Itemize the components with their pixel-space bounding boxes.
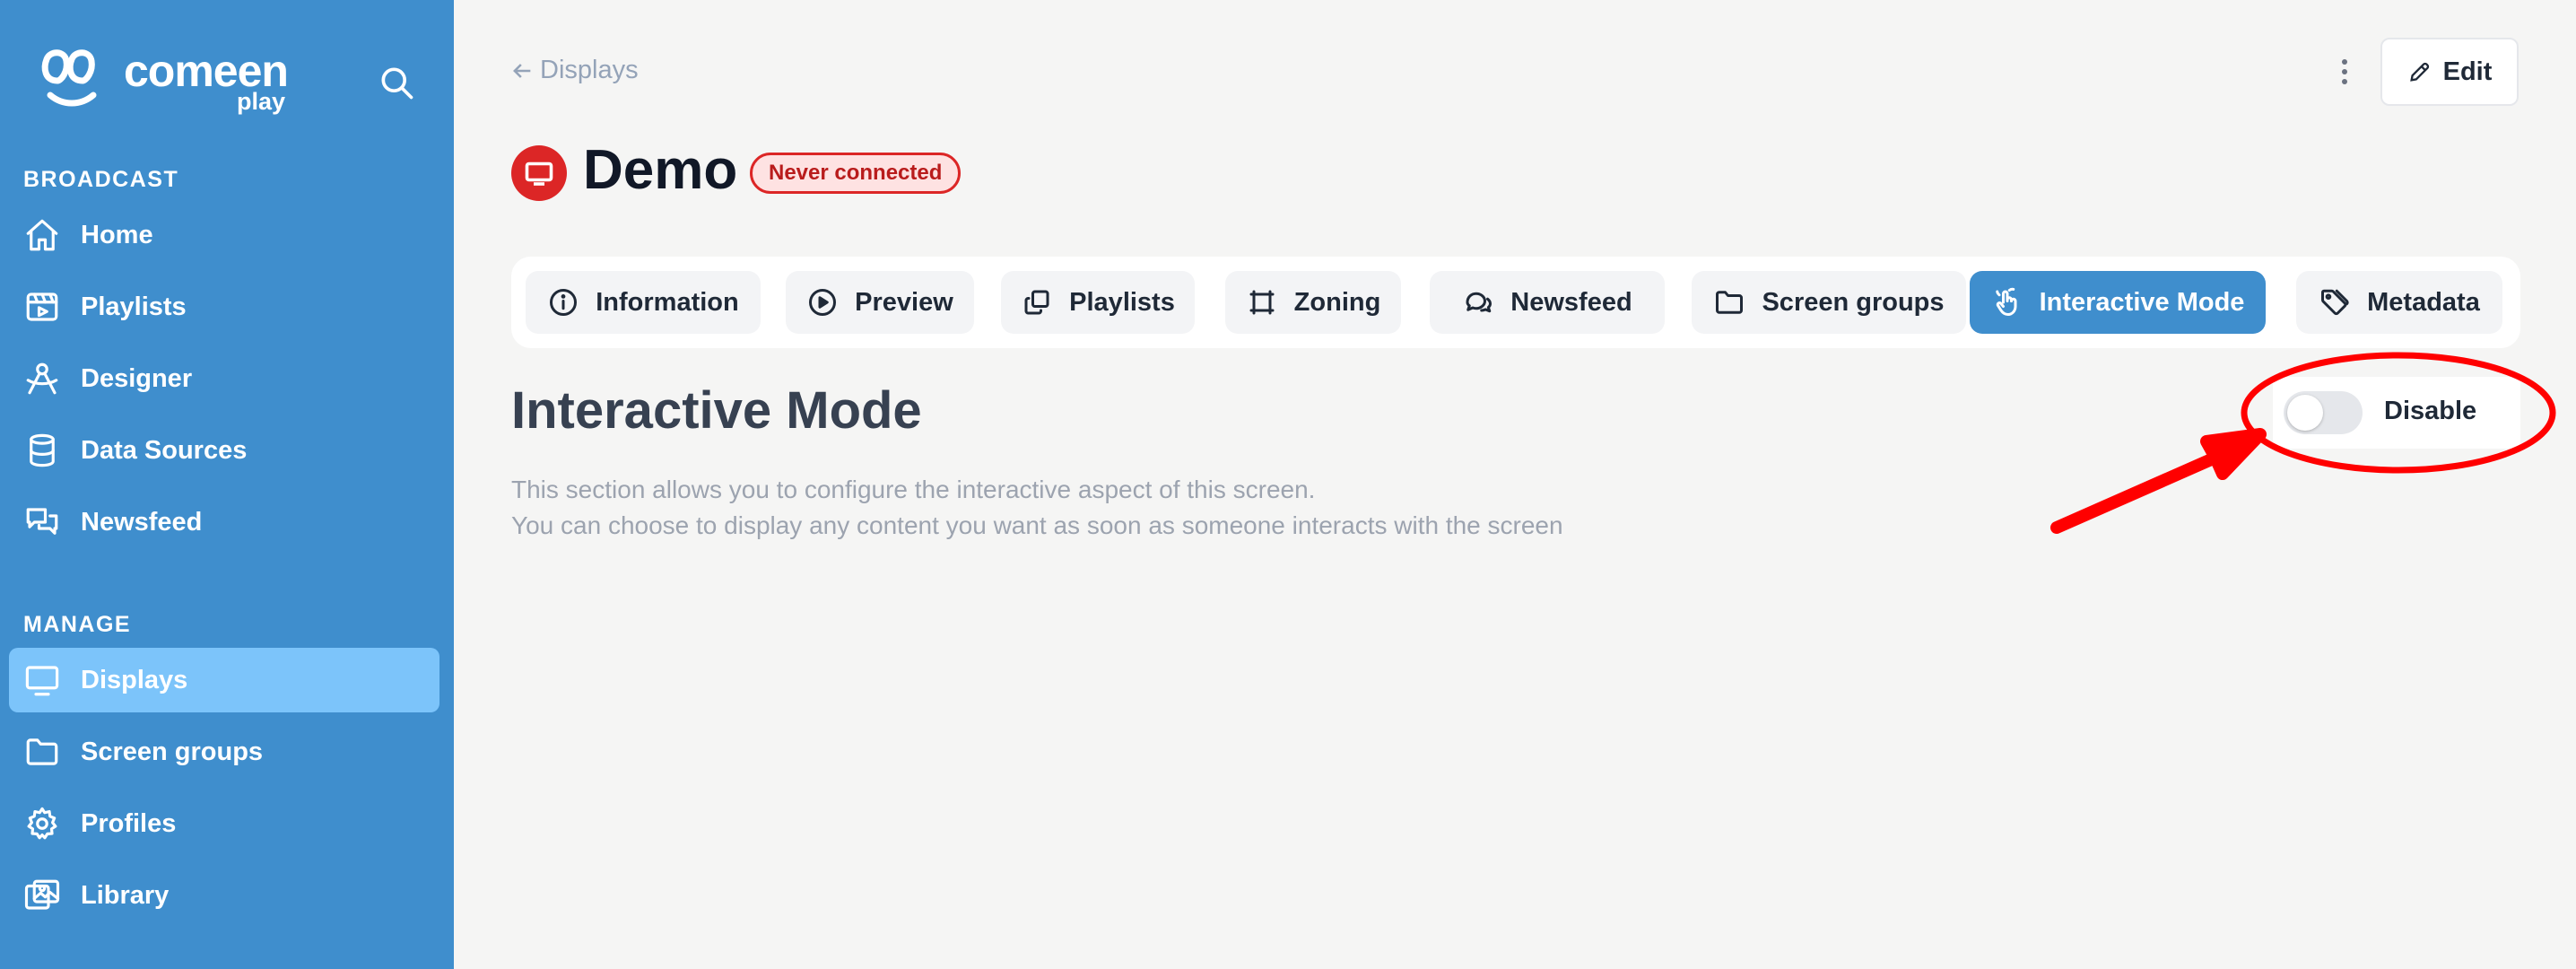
description-line: You can choose to display any content yo… bbox=[511, 511, 1563, 539]
tag-icon bbox=[2321, 289, 2349, 316]
sidebar-item-label: Newsfeed bbox=[81, 507, 203, 537]
hand-icon bbox=[1995, 287, 2017, 316]
tab-label: Information bbox=[596, 287, 739, 317]
search-icon[interactable] bbox=[377, 63, 416, 102]
annotation-arrow bbox=[2050, 428, 2267, 534]
sidebar-item-label: Displays bbox=[81, 665, 188, 694]
interactive-mode-toggle[interactable] bbox=[2284, 391, 2363, 434]
images-icon bbox=[22, 875, 63, 916]
logo-mark-icon bbox=[41, 49, 97, 107]
back-link-label: Displays bbox=[540, 56, 639, 84]
tab-interactive-mode[interactable]: Interactive Mode bbox=[1970, 271, 2266, 334]
tab-newsfeed[interactable]: Newsfeed bbox=[1430, 271, 1665, 334]
sidebar-item-data-sources[interactable]: Data Sources bbox=[9, 418, 439, 483]
tab-label: Metadata bbox=[2367, 287, 2480, 317]
sidebar-item-label: Playlists bbox=[81, 292, 187, 321]
back-link[interactable]: Displays bbox=[509, 56, 639, 85]
status-badge: Never connected bbox=[750, 153, 962, 194]
folder-icon bbox=[1716, 291, 1744, 314]
sidebar-item-playlists[interactable]: Playlists bbox=[9, 275, 439, 339]
description-line: This section allows you to configure the… bbox=[511, 476, 1316, 503]
sidebar-item-label: Home bbox=[81, 220, 153, 249]
play-icon bbox=[809, 289, 837, 316]
sidebar-item-label: Data Sources bbox=[81, 435, 248, 465]
sidebar-item-label: Designer bbox=[81, 363, 193, 393]
section-title: Interactive Mode bbox=[511, 381, 922, 440]
info-icon bbox=[550, 289, 578, 316]
section-label-manage: MANAGE bbox=[23, 612, 132, 637]
sidebar-item-designer[interactable]: Designer bbox=[9, 346, 439, 411]
pencil-icon bbox=[2409, 62, 2429, 82]
sidebar-item-displays[interactable]: Displays bbox=[9, 648, 439, 712]
tab-label: Screen groups bbox=[1762, 287, 1945, 317]
arrow-left-icon bbox=[513, 63, 531, 78]
zoning-icon bbox=[1249, 290, 1275, 315]
sidebar-item-label: Screen groups bbox=[81, 737, 264, 766]
interactive-mode-toggle-container: Disable bbox=[2273, 377, 2520, 449]
tab-information[interactable]: Information bbox=[526, 271, 761, 334]
tab-metadata[interactable]: Metadata bbox=[2296, 271, 2502, 334]
folder-icon bbox=[22, 731, 63, 773]
tab-preview[interactable]: Preview bbox=[786, 271, 974, 334]
sidebar-item-label: Library bbox=[81, 880, 170, 910]
designer-icon bbox=[22, 358, 63, 399]
logo-subtext: play bbox=[237, 88, 286, 115]
tab-label: Preview bbox=[855, 287, 953, 317]
toggle-knob bbox=[2287, 395, 2323, 431]
sidebar-item-library[interactable]: Library bbox=[9, 863, 439, 928]
tab-screen-groups[interactable]: Screen groups bbox=[1692, 271, 1966, 334]
tab-bar: Information Preview Playlists Zoning New… bbox=[511, 257, 2520, 348]
monitor-icon bbox=[22, 659, 63, 701]
home-icon bbox=[22, 214, 63, 256]
sidebar-item-label: Profiles bbox=[81, 808, 177, 838]
edit-button-label: Edit bbox=[2442, 57, 2493, 86]
more-options-icon[interactable] bbox=[2332, 54, 2357, 90]
tab-zoning[interactable]: Zoning bbox=[1225, 271, 1401, 334]
section-description: This section allows you to configure the… bbox=[511, 472, 1563, 544]
sidebar-item-profiles[interactable]: Profiles bbox=[9, 791, 439, 856]
database-icon bbox=[22, 430, 63, 471]
chat-icon bbox=[22, 502, 63, 543]
section-label-broadcast: BROADCAST bbox=[23, 167, 179, 192]
tab-label: Interactive Mode bbox=[2039, 287, 2245, 317]
sidebar: comeen play BROADCAST Home Playlists Des… bbox=[0, 0, 454, 969]
display-status-icon bbox=[511, 145, 567, 201]
tab-playlists[interactable]: Playlists bbox=[1001, 271, 1195, 334]
chat-icon bbox=[1466, 292, 1493, 313]
page-title: Demo bbox=[583, 139, 738, 201]
app-logo[interactable]: comeen play bbox=[38, 39, 307, 120]
gear-icon bbox=[22, 803, 63, 844]
sidebar-item-newsfeed[interactable]: Newsfeed bbox=[9, 490, 439, 554]
tab-label: Zoning bbox=[1293, 287, 1381, 317]
playlist-icon bbox=[22, 286, 63, 327]
copy-icon bbox=[1024, 290, 1049, 315]
tab-label: Playlists bbox=[1069, 287, 1175, 317]
sidebar-item-screen-groups[interactable]: Screen groups bbox=[9, 720, 439, 784]
sidebar-item-home[interactable]: Home bbox=[9, 203, 439, 267]
edit-button[interactable]: Edit bbox=[2380, 38, 2519, 106]
tab-label: Newsfeed bbox=[1510, 287, 1632, 317]
toggle-label: Disable bbox=[2384, 397, 2477, 425]
